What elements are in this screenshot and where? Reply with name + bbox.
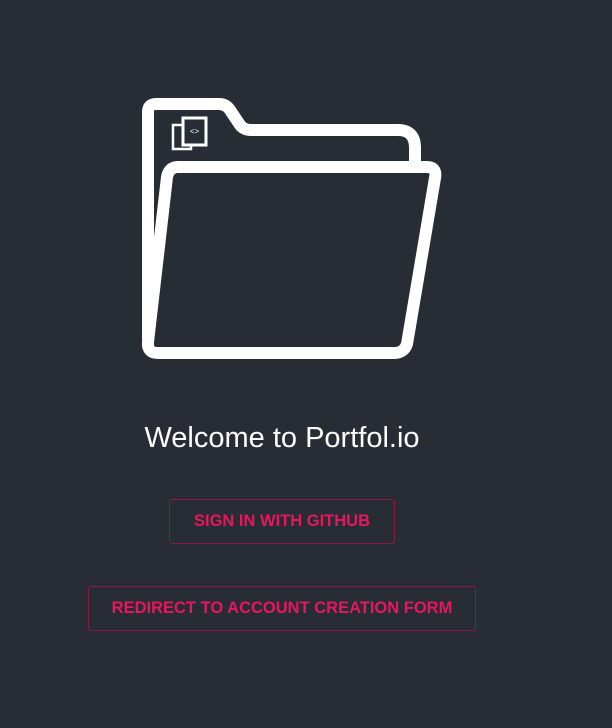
- account-creation-redirect-button[interactable]: REDIRECT TO ACCOUNT CREATION FORM: [88, 586, 476, 631]
- svg-text:<>: <>: [190, 127, 200, 136]
- code-file-icon: <>: [171, 116, 208, 151]
- folder-code-icon: <>: [130, 92, 450, 368]
- sign-in-with-github-button[interactable]: SIGN IN WITH GITHUB: [169, 499, 395, 544]
- welcome-heading: Welcome to Portfol.io: [144, 422, 420, 454]
